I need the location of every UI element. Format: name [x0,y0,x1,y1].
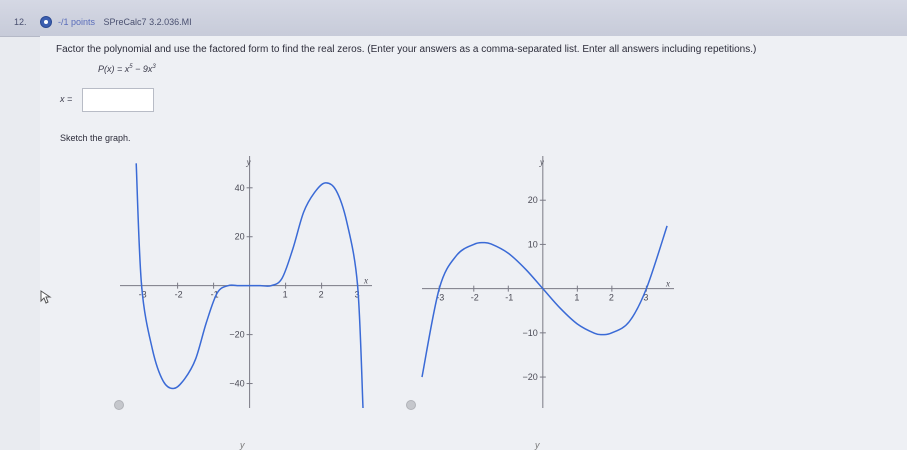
radio-option-a[interactable] [114,400,124,410]
x-tick-label: 2 [609,293,614,303]
radio-option-b[interactable] [406,400,416,410]
question-number: 12. [14,17,27,27]
x-tick-label: -2 [471,293,479,303]
answer-input[interactable] [82,88,154,112]
graph-option-b[interactable]: -3 -2 -1 1 2 32010−10−20xy [418,146,680,414]
x-axis-label: x [665,279,670,289]
x-tick-label: -1 [505,293,513,303]
x-tick-label: 1 [574,293,579,303]
x-tick-label: -2 [175,290,183,300]
assignment-id: SPreCalc7 3.2.036.MI [103,17,192,27]
y-tick-label: −20 [229,330,244,340]
y-tick-label: 20 [235,232,245,242]
next-graph-y-label: y [535,440,540,450]
y-tick-label: −20 [523,372,538,382]
question-header: 12. -/1 points SPreCalc7 3.2.036.MI [0,0,907,37]
y-axis-label: y [246,157,251,167]
y-tick-label: 40 [235,183,245,193]
question-status-icon[interactable] [40,16,52,28]
next-graph-y-label: y [240,440,245,450]
y-axis-label: y [539,157,544,167]
graph-option-a[interactable]: -3 -2 -1 1 2 34020−20−40xy [110,146,380,414]
points-label[interactable]: -/1 points [58,17,95,27]
x-axis-label: x [363,276,368,286]
y-tick-label: −10 [523,328,538,338]
answer-label: x = [60,94,73,104]
mouse-cursor-icon [40,290,52,304]
series-line [421,225,668,378]
x-tick-label: 1 [283,290,288,300]
y-tick-label: −40 [229,379,244,389]
x-tick-label: 2 [319,290,324,300]
sketch-label: Sketch the graph. [60,133,131,143]
y-tick-label: 10 [528,239,538,249]
question-instructions: Factor the polynomial and use the factor… [56,44,757,55]
points-info: -/1 points SPreCalc7 3.2.036.MI [58,17,192,27]
y-tick-label: 20 [528,195,538,205]
polynomial-formula: P(x) = x5 − 9x3 [98,64,156,74]
